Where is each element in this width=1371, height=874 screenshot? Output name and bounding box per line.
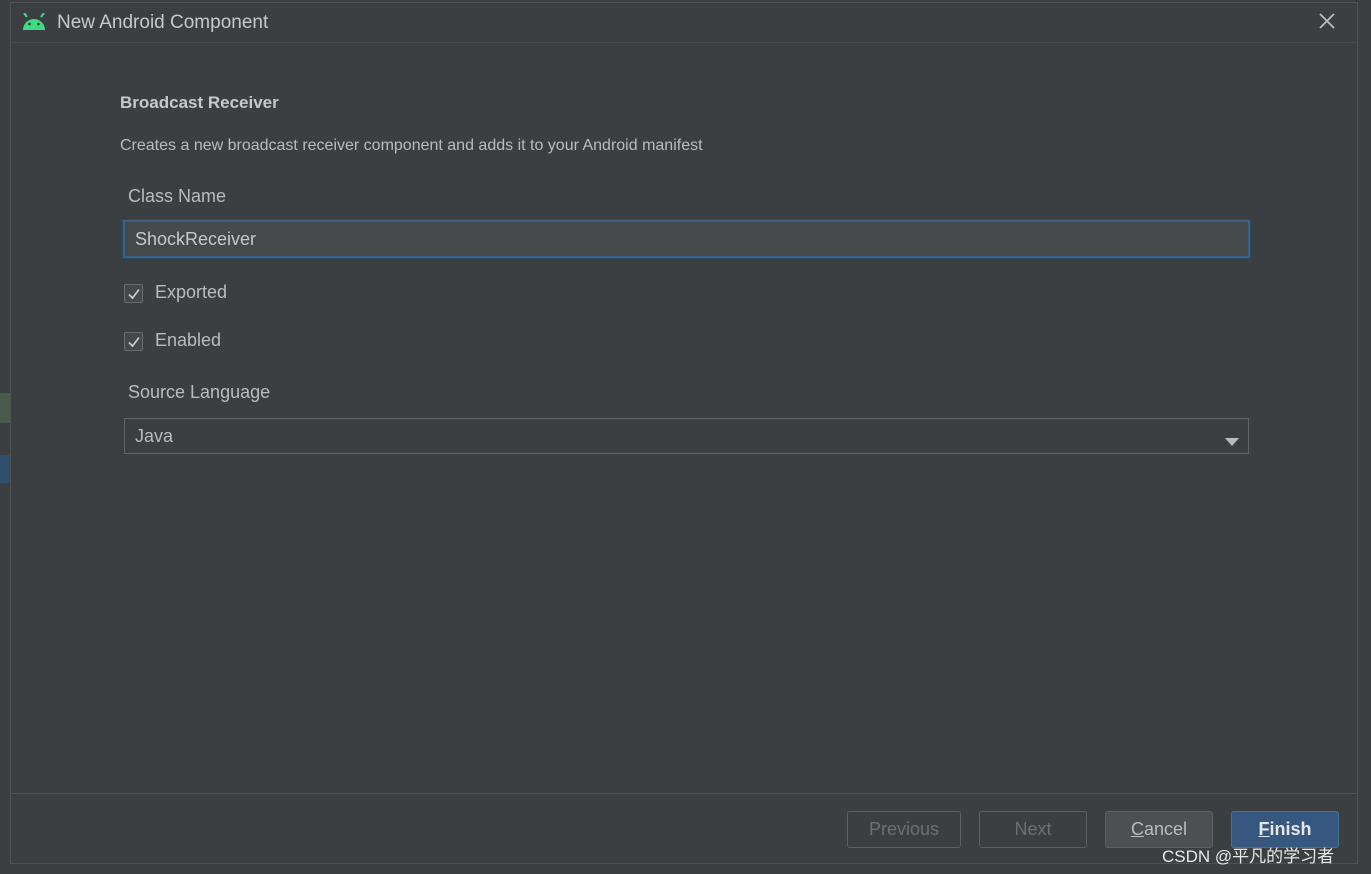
checkmark-icon bbox=[128, 288, 140, 300]
class-name-input[interactable] bbox=[123, 220, 1250, 258]
exported-label: Exported bbox=[155, 282, 228, 302]
checkmark-icon bbox=[128, 336, 140, 348]
class-name-label: Class Name bbox=[128, 186, 227, 206]
csdn-watermark: CSDN @平凡的学习者 bbox=[1162, 847, 1335, 866]
finish-mnemonic: F bbox=[1258, 819, 1270, 839]
dialog-title: New Android Component bbox=[57, 12, 269, 33]
android-icon bbox=[21, 12, 47, 31]
source-language-select[interactable]: Java bbox=[124, 418, 1249, 454]
enabled-checkbox[interactable] bbox=[124, 332, 143, 351]
previous-button[interactable]: Previous bbox=[847, 811, 961, 848]
footer-divider bbox=[11, 793, 1357, 794]
source-language-value: Java bbox=[135, 426, 174, 446]
chevron-down-icon bbox=[1225, 433, 1239, 451]
enabled-label: Enabled bbox=[155, 330, 222, 350]
component-description: Creates a new broadcast receiver compone… bbox=[120, 137, 703, 154]
component-heading: Broadcast Receiver bbox=[120, 93, 279, 112]
cancel-mnemonic: C bbox=[1130, 819, 1144, 839]
ide-right-toolbar bbox=[1356, 0, 1371, 874]
exported-checkbox[interactable] bbox=[124, 284, 143, 303]
close-icon bbox=[1319, 13, 1335, 29]
close-button[interactable] bbox=[1313, 9, 1341, 37]
dialog-titlebar: New Android Component bbox=[11, 3, 1357, 43]
new-android-component-dialog: New Android Component Broadcast Receiver… bbox=[10, 2, 1358, 864]
cancel-label-rest: ancel bbox=[1143, 819, 1188, 839]
next-button[interactable]: Next bbox=[979, 811, 1087, 848]
source-language-label: Source Language bbox=[128, 382, 271, 402]
finish-label-rest: inish bbox=[1269, 819, 1312, 839]
